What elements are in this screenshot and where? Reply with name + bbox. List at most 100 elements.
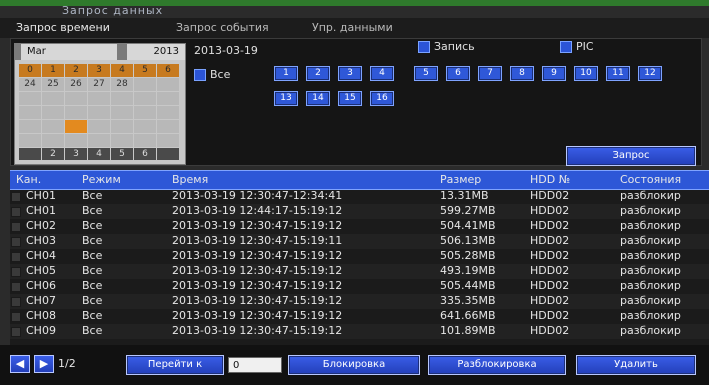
calendar-day[interactable]: 27 <box>88 78 110 91</box>
table-row[interactable]: CH01 Все 2013-03-19 12:30:47-12:34:41 13… <box>10 189 709 204</box>
pic-option[interactable]: PIC <box>560 40 594 53</box>
all-channels-checkbox[interactable] <box>194 69 206 81</box>
channel-6-button[interactable]: 6 <box>446 66 470 81</box>
goto-page-input[interactable]: 0 <box>228 357 282 373</box>
channel-15-button[interactable]: 15 <box>338 91 362 106</box>
channel-10-button[interactable]: 10 <box>574 66 598 81</box>
channel-2-button[interactable]: 2 <box>306 66 330 81</box>
calendar-day[interactable] <box>111 120 133 133</box>
calendar-day[interactable] <box>134 106 156 119</box>
cell-channel: CH01 <box>26 189 56 202</box>
cell-size: 335.35MB <box>440 294 496 307</box>
calendar-day[interactable] <box>134 134 156 147</box>
calendar-day[interactable] <box>65 106 87 119</box>
table-row[interactable]: CH03 Все 2013-03-19 12:30:47-15:19:11 50… <box>10 234 709 249</box>
calendar-day[interactable] <box>157 92 179 105</box>
calendar-day[interactable] <box>42 92 64 105</box>
calendar-day[interactable]: 28 <box>111 78 133 91</box>
calendar-day[interactable]: 26 <box>65 78 87 91</box>
channel-16-button[interactable]: 16 <box>370 91 394 106</box>
record-option[interactable]: Запись <box>418 40 475 53</box>
channel-11-button[interactable]: 11 <box>606 66 630 81</box>
channel-4-button[interactable]: 4 <box>370 66 394 81</box>
calendar-day[interactable]: 25 <box>42 78 64 91</box>
channel-14-button[interactable]: 14 <box>306 91 330 106</box>
window-title: Запрос данных <box>62 4 164 17</box>
calendar-day[interactable] <box>111 92 133 105</box>
table-row[interactable]: CH04 Все 2013-03-19 12:30:47-15:19:12 50… <box>10 249 709 264</box>
next-page-button[interactable]: ▶ <box>34 355 54 373</box>
calendar-day[interactable] <box>42 134 64 147</box>
prev-page-button[interactable]: ◀ <box>10 355 30 373</box>
channel-3-button[interactable]: 3 <box>338 66 362 81</box>
calendar-day[interactable] <box>88 134 110 147</box>
channel-5-button[interactable]: 5 <box>414 66 438 81</box>
table-row[interactable]: CH06 Все 2013-03-19 12:30:47-15:19:12 50… <box>10 279 709 294</box>
calendar-day[interactable] <box>157 120 179 133</box>
table-row[interactable]: CH01 Все 2013-03-19 12:44:17-15:19:12 59… <box>10 204 709 219</box>
channel-8-button[interactable]: 8 <box>510 66 534 81</box>
calendar-footer-cell <box>157 148 179 160</box>
calendar-day[interactable] <box>134 92 156 105</box>
page-indicator: 1/2 <box>58 357 76 370</box>
calendar-day[interactable] <box>88 92 110 105</box>
table-row[interactable]: CH05 Все 2013-03-19 12:30:47-15:19:12 49… <box>10 264 709 279</box>
pic-checkbox[interactable] <box>560 41 572 53</box>
channel-13-button[interactable]: 13 <box>274 91 298 106</box>
calendar-day[interactable] <box>157 106 179 119</box>
table-row[interactable]: CH07 Все 2013-03-19 12:30:47-15:19:12 33… <box>10 294 709 309</box>
calendar-day[interactable] <box>65 134 87 147</box>
row-marker <box>11 237 21 247</box>
table-row[interactable]: CH02 Все 2013-03-19 12:30:47-15:19:12 50… <box>10 219 709 234</box>
record-checkbox[interactable] <box>418 41 430 53</box>
tab-event-query[interactable]: Запрос события <box>176 21 269 34</box>
calendar-year[interactable]: 2013 <box>127 44 185 60</box>
goto-button[interactable]: Перейти к <box>126 355 224 375</box>
row-marker <box>11 312 21 322</box>
cell-size: 505.28MB <box>440 249 496 262</box>
calendar-day[interactable] <box>134 120 156 133</box>
query-button[interactable]: Запрос <box>566 146 696 166</box>
channel-12-button[interactable]: 12 <box>638 66 662 81</box>
calendar-day[interactable]: 24 <box>19 78 41 91</box>
table-row[interactable]: CH09 Все 2013-03-19 12:30:47-15:19:12 10… <box>10 324 709 339</box>
calendar-day[interactable] <box>65 92 87 105</box>
header-mode: Режим <box>82 173 121 186</box>
calendar-day[interactable] <box>19 106 41 119</box>
calendar-day[interactable] <box>88 106 110 119</box>
all-channels-option[interactable]: Все <box>194 68 230 81</box>
calendar-day[interactable] <box>88 120 110 133</box>
calendar-day[interactable] <box>19 120 41 133</box>
cell-mode: Все <box>82 189 103 202</box>
header-hdd: HDD № <box>530 173 571 186</box>
pic-label: PIC <box>576 40 594 53</box>
channel-9-button[interactable]: 9 <box>542 66 566 81</box>
lock-button[interactable]: Блокировка <box>288 355 420 375</box>
cell-status: разблокир <box>620 279 681 292</box>
calendar-footer-cell: 4 <box>88 148 110 160</box>
channel-1-button[interactable]: 1 <box>274 66 298 81</box>
calendar-day-selected[interactable] <box>65 120 87 133</box>
calendar-day[interactable] <box>42 106 64 119</box>
unlock-button[interactable]: Разблокировка <box>428 355 566 375</box>
channel-7-button[interactable]: 7 <box>478 66 502 81</box>
calendar-month[interactable]: Mar <box>21 44 117 60</box>
calendar-day[interactable] <box>19 92 41 105</box>
delete-button[interactable]: Удалить <box>576 355 696 375</box>
calendar-day[interactable] <box>19 134 41 147</box>
calendar-day[interactable] <box>111 106 133 119</box>
calendar-day[interactable] <box>111 134 133 147</box>
tab-data-management[interactable]: Упр. данными <box>312 21 393 34</box>
calendar-day[interactable] <box>134 78 156 91</box>
cell-mode: Все <box>82 234 103 247</box>
table-row[interactable]: CH08 Все 2013-03-19 12:30:47-15:19:12 64… <box>10 309 709 324</box>
calendar-day[interactable] <box>157 78 179 91</box>
calendar-day[interactable] <box>157 134 179 147</box>
table-header: Кан. Режим Время Размер HDD № Состояния <box>10 170 709 190</box>
cell-status: разблокир <box>620 204 681 217</box>
calendar-day[interactable] <box>42 120 64 133</box>
cell-size: 101.89MB <box>440 324 496 337</box>
tab-time-query[interactable]: Запрос времени <box>16 21 110 34</box>
row-marker <box>11 297 21 307</box>
cell-channel: CH03 <box>26 234 56 247</box>
